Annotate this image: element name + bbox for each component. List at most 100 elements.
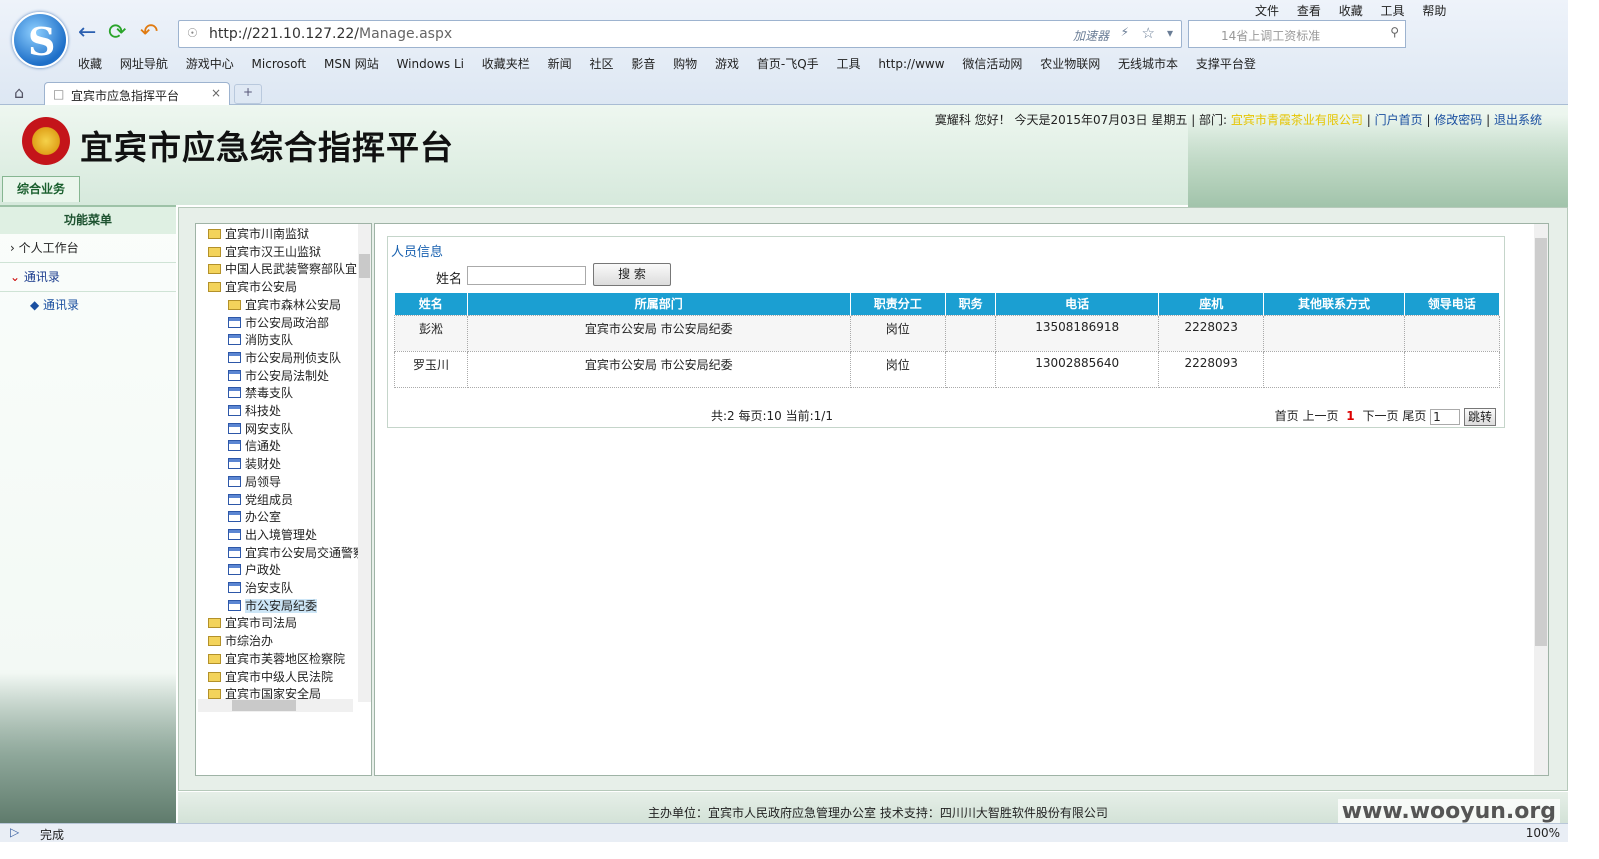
tree-node[interactable]: 宜宾市公安局 [208,279,297,296]
bookmark-item[interactable]: 游戏中心 [186,57,234,71]
tree-node[interactable]: 宜宾市公安局交通警察 [228,545,365,562]
tree-node[interactable]: 市综治办 [208,633,273,650]
tree-node[interactable]: 局领导 [228,474,281,491]
tree-node[interactable]: 宜宾市森林公安局 [228,297,341,314]
tree-node[interactable]: 宜宾市芙蓉地区检察院 [208,651,345,668]
bookmark-item[interactable]: 工具 [836,57,860,71]
tree-node-label: 网安支队 [245,421,294,436]
address-bar[interactable]: ☉ http://221.10.127.22/Manage.aspx 加速器 ⚡… [178,20,1182,48]
bookmark-bar: 收藏 网址导航 游戏中心 Microsoft MSN 网站 Windows Li… [78,55,1270,72]
bookmark-item[interactable]: 收藏夹栏 [482,57,530,71]
tree-node[interactable]: 装财处 [228,456,281,473]
bookmark-item[interactable]: 购物 [673,57,697,71]
folder-icon [208,282,221,293]
tree-node-label: 宜宾市公安局 [225,280,298,295]
tree-node[interactable]: 科技处 [228,403,281,420]
tree-node[interactable]: 宜宾市汉王山监狱 [208,244,321,261]
zoom-level[interactable]: 100% [1526,826,1560,840]
bookmark-item[interactable]: 网址导航 [120,57,168,71]
tab-comprehensive-business[interactable]: 综合业务 [2,176,80,202]
name-search-input[interactable] [467,266,586,285]
search-button[interactable]: 搜 索 [593,263,671,286]
tree-node[interactable]: 网安支队 [228,421,293,438]
refresh-icon[interactable]: ⟳ [108,22,126,44]
prev-page-link[interactable]: 上一页 [1302,409,1338,423]
tab-title: 宜宾市应急指挥平台 [71,89,180,103]
next-page-link[interactable]: 下一页 [1362,409,1398,423]
bookmark-item[interactable]: 社区 [589,57,613,71]
star-icon[interactable]: ☆ [1142,24,1155,42]
bookmark-item[interactable]: http://www [878,57,944,71]
undo-icon[interactable]: ↶ [140,22,158,44]
bookmark-item[interactable]: 影音 [631,57,655,71]
column-header: 职责分工 [850,293,946,315]
first-page-link[interactable]: 首页 [1275,409,1299,423]
menu-view[interactable]: 查看 [1297,4,1321,18]
menu-favorites[interactable]: 收藏 [1339,4,1363,18]
tree-node[interactable]: 办公室 [228,509,281,526]
page-number-input[interactable]: 1 [1430,408,1461,425]
lightning-icon[interactable]: ⚡ [1121,25,1129,39]
menu-item-address-book[interactable]: ⌄ 通讯录 [0,263,176,292]
tree-node[interactable]: 消防支队 [228,332,293,349]
new-tab-button[interactable]: + [234,84,262,104]
menu-help[interactable]: 帮助 [1422,4,1446,18]
bookmark-item[interactable]: 农业物联网 [1040,57,1100,71]
close-icon[interactable]: × [211,86,221,100]
browser-search[interactable]: 14省上调工资标准 ⚲ [1188,20,1406,48]
tree-node[interactable]: 市公安局刑侦支队 [228,350,341,367]
browser-chrome: S ← ⟳ ↶ ☉ http://221.10.127.22/Manage.as… [0,0,1568,105]
content-vertical-scrollbar[interactable] [1534,224,1548,775]
tree-node[interactable]: 户政处 [228,562,281,579]
contact-card-icon [228,405,241,416]
bookmark-item[interactable]: 首页-飞Q手 [757,57,819,71]
menu-tools[interactable]: 工具 [1381,4,1405,18]
tree-node[interactable]: 禁毒支队 [228,385,293,402]
logout-link[interactable]: 退出系统 [1494,113,1542,127]
sidebar-toggle-icon[interactable]: ▷ [10,825,19,839]
accelerator-label[interactable]: 加速器 [1073,27,1109,44]
tree-node[interactable]: 信通处 [228,438,281,455]
jump-button[interactable]: 跳转 [1464,407,1496,426]
tree-horizontal-scrollbar[interactable] [198,699,353,712]
tree-node-label: 装财处 [245,457,282,472]
tree-node[interactable]: 出入境管理处 [228,527,317,544]
tree-vertical-scrollbar[interactable] [358,224,371,702]
tree-node[interactable]: 治安支队 [228,580,293,597]
bookmark-item[interactable]: 微信活动网 [962,57,1022,71]
last-page-link[interactable]: 尾页 [1402,409,1426,423]
bookmark-item[interactable]: 支撑平台登 [1196,57,1256,71]
contact-card-icon [228,351,241,363]
bookmark-item[interactable]: 新闻 [548,57,572,71]
back-icon[interactable]: ← [78,22,96,44]
tree-node[interactable]: 宜宾市司法局 [208,615,297,632]
folder-icon [208,689,221,700]
browser-tab[interactable]: □ 宜宾市应急指挥平台 × [44,82,230,105]
tree-node[interactable]: 宜宾市川南监狱 [208,226,309,243]
home-icon[interactable]: ⌂ [14,83,24,102]
tree-node[interactable]: 党组成员 [228,492,293,509]
contact-card-icon [228,475,241,487]
folder-icon [208,653,221,664]
tab-bar: ⌂ □ 宜宾市应急指挥平台 × + [0,80,1568,105]
change-password-link[interactable]: 修改密码 [1434,113,1482,127]
submenu-address-book[interactable]: ◆ 通讯录 [0,292,176,318]
menu-item-personal-workbench[interactable]: › 个人工作台 [0,234,176,263]
app-header: 宜宾市应急综合指挥平台 寞耀科 您好！ 今天是2015年07月03日 星期五 |… [0,105,1568,210]
tree-node[interactable]: 中国人民武装警察部队宜 [208,261,357,278]
bookmark-item[interactable]: Microsoft [252,57,307,71]
bookmark-item[interactable]: MSN 网站 [324,57,379,71]
bookmark-item[interactable]: 收藏 [78,57,102,71]
tree-node[interactable]: 宜宾市中级人民法院 [208,669,333,686]
bookmark-item[interactable]: Windows Li [397,57,464,71]
chevron-down-icon[interactable]: ▾ [1167,26,1173,40]
menu-file[interactable]: 文件 [1255,4,1279,18]
bookmark-item[interactable]: 无线城市本 [1118,57,1178,71]
tree-node[interactable]: 市公安局法制处 [228,368,329,385]
tree-node[interactable]: 市公安局纪委 [228,598,318,615]
contact-card-icon [228,599,241,611]
bookmark-item[interactable]: 游戏 [715,57,739,71]
portal-home-link[interactable]: 门户首页 [1375,113,1423,127]
tree-node[interactable]: 市公安局政治部 [228,315,329,332]
search-icon[interactable]: ⚲ [1390,25,1399,39]
